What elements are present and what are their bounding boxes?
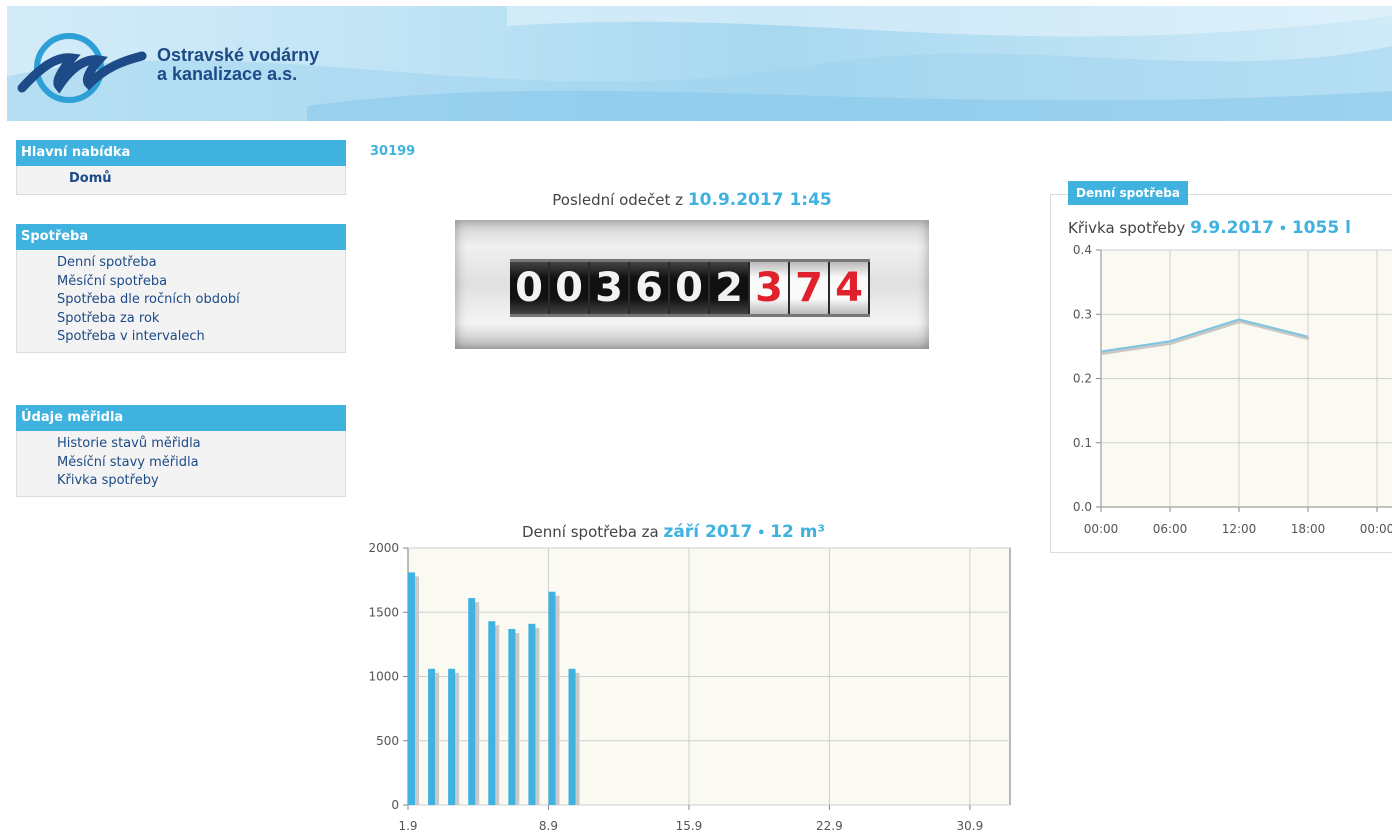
y-tick-label: 1500 — [368, 605, 399, 619]
y-tick-label: 2000 — [368, 541, 399, 555]
bar — [428, 668, 436, 805]
company-name-line1: Ostravské vodárny — [157, 45, 320, 65]
daily-chart-title: Křivka spotřeby 9.9.2017 • 1055 l — [1068, 218, 1351, 238]
daily-chart-title-prefix: Křivka spotřeby — [1068, 219, 1186, 237]
bar — [448, 668, 456, 805]
counter-digit: 2 — [710, 262, 750, 314]
menu-item-seasonal-consumption[interactable]: Spotřeba dle ročních období — [17, 291, 345, 310]
counter-window: 003602374 — [510, 259, 870, 317]
counter-digit: 7 — [790, 262, 830, 314]
x-tick-label: 8.9 — [539, 819, 558, 833]
last-reading-date: 10.9.2017 1:45 — [687, 190, 832, 210]
main-menu: Hlavní nabídka Domů — [16, 140, 346, 195]
monthly-chart-value: 12 m³ — [770, 522, 825, 542]
meter-id: 30199 — [370, 144, 416, 159]
meter-menu-title: Údaje měřidla — [16, 405, 346, 431]
x-tick-label: 22.9 — [816, 819, 843, 833]
bar — [528, 623, 536, 805]
main-menu-title: Hlavní nabídka — [16, 140, 346, 166]
menu-item-daily-consumption[interactable]: Denní spotřeba — [17, 254, 345, 273]
company-logo[interactable] — [17, 26, 147, 106]
bar — [508, 628, 516, 805]
menu-item-monthly-consumption[interactable]: Měsíční spotřeba — [17, 273, 345, 292]
y-tick-label: 0.1 — [1073, 436, 1092, 450]
bar — [548, 591, 556, 805]
x-tick-label: 00:00 — [1360, 522, 1392, 536]
bar — [468, 598, 476, 805]
site-header: Ostravské vodárny a kanalizace a.s. — [7, 6, 1392, 121]
bar — [568, 668, 576, 805]
monthly-consumption-chart: 0 500 1000 1500 2000 1.9 8.9 15.9 22.9 30.9 — [368, 541, 1011, 833]
counter-digit: 3 — [590, 262, 630, 314]
menu-item-consumption-curve[interactable]: Křivka spotřeby — [17, 472, 345, 491]
counter-digit: 0 — [670, 262, 710, 314]
counter-digit: 3 — [750, 262, 790, 314]
daily-panel-tab[interactable]: Denní spotřeba — [1068, 181, 1188, 205]
y-tick-label: 0 — [391, 798, 399, 812]
company-name[interactable]: Ostravské vodárny a kanalizace a.s. — [157, 46, 319, 84]
menu-item-interval-consumption[interactable]: Spotřeba v intervalech — [17, 328, 345, 347]
consumption-menu-title: Spotřeba — [16, 224, 346, 250]
daily-chart-sep: • — [1278, 222, 1288, 237]
y-tick-label: 0.4 — [1073, 243, 1092, 257]
last-reading-title: Poslední odečet z 10.9.2017 1:45 — [455, 190, 929, 210]
x-tick-label: 00:00 — [1084, 522, 1119, 536]
y-tick-label: 0.2 — [1073, 372, 1092, 386]
last-reading-prefix: Poslední odečet z — [552, 191, 684, 209]
daily-chart-date: 9.9.2017 — [1190, 218, 1274, 238]
monthly-chart-title-prefix: Denní spotřeba za — [522, 523, 659, 541]
monthly-chart-sep: • — [757, 526, 766, 541]
x-tick-label: 15.9 — [676, 819, 703, 833]
daily-consumption-curve-chart: 0.0 0.1 0.2 0.3 0.4 00:00 06:00 12:00 18:00 00:00 — [1073, 243, 1392, 536]
y-tick-label: 0.3 — [1073, 307, 1092, 321]
counter-digit: 4 — [830, 262, 870, 314]
counter-digit: 0 — [550, 262, 590, 314]
company-name-line2: a kanalizace a.s. — [157, 64, 298, 84]
menu-item-home[interactable]: Domů — [17, 168, 345, 190]
consumption-menu: Spotřeba Denní spotřeba Měsíční spotřeba… — [16, 224, 346, 353]
x-tick-label: 1.9 — [398, 819, 417, 833]
y-tick-label: 1000 — [368, 670, 399, 684]
counter-digit: 6 — [630, 262, 670, 314]
menu-item-meter-history[interactable]: Historie stavů měřidla — [17, 435, 345, 454]
y-tick-label: 0.0 — [1073, 500, 1092, 514]
monthly-chart-title: Denní spotřeba za září 2017 • 12 m³ — [522, 522, 825, 542]
monthly-chart-month: září 2017 — [663, 522, 753, 542]
meter-counter: 003602374 — [455, 220, 929, 349]
menu-item-monthly-meter-states[interactable]: Měsíční stavy měřidla — [17, 454, 345, 473]
menu-item-yearly-consumption[interactable]: Spotřeba za rok — [17, 310, 345, 329]
daily-chart-value: 1055 l — [1291, 218, 1351, 238]
x-tick-label: 06:00 — [1153, 522, 1188, 536]
meter-menu: Údaje měřidla Historie stavů měřidla Měs… — [16, 405, 346, 497]
counter-digit: 0 — [510, 262, 550, 314]
y-tick-label: 500 — [376, 734, 399, 748]
x-tick-label: 18:00 — [1291, 522, 1326, 536]
bar — [488, 621, 496, 805]
x-tick-label: 30.9 — [957, 819, 984, 833]
bar — [408, 572, 415, 805]
x-tick-label: 12:00 — [1222, 522, 1257, 536]
